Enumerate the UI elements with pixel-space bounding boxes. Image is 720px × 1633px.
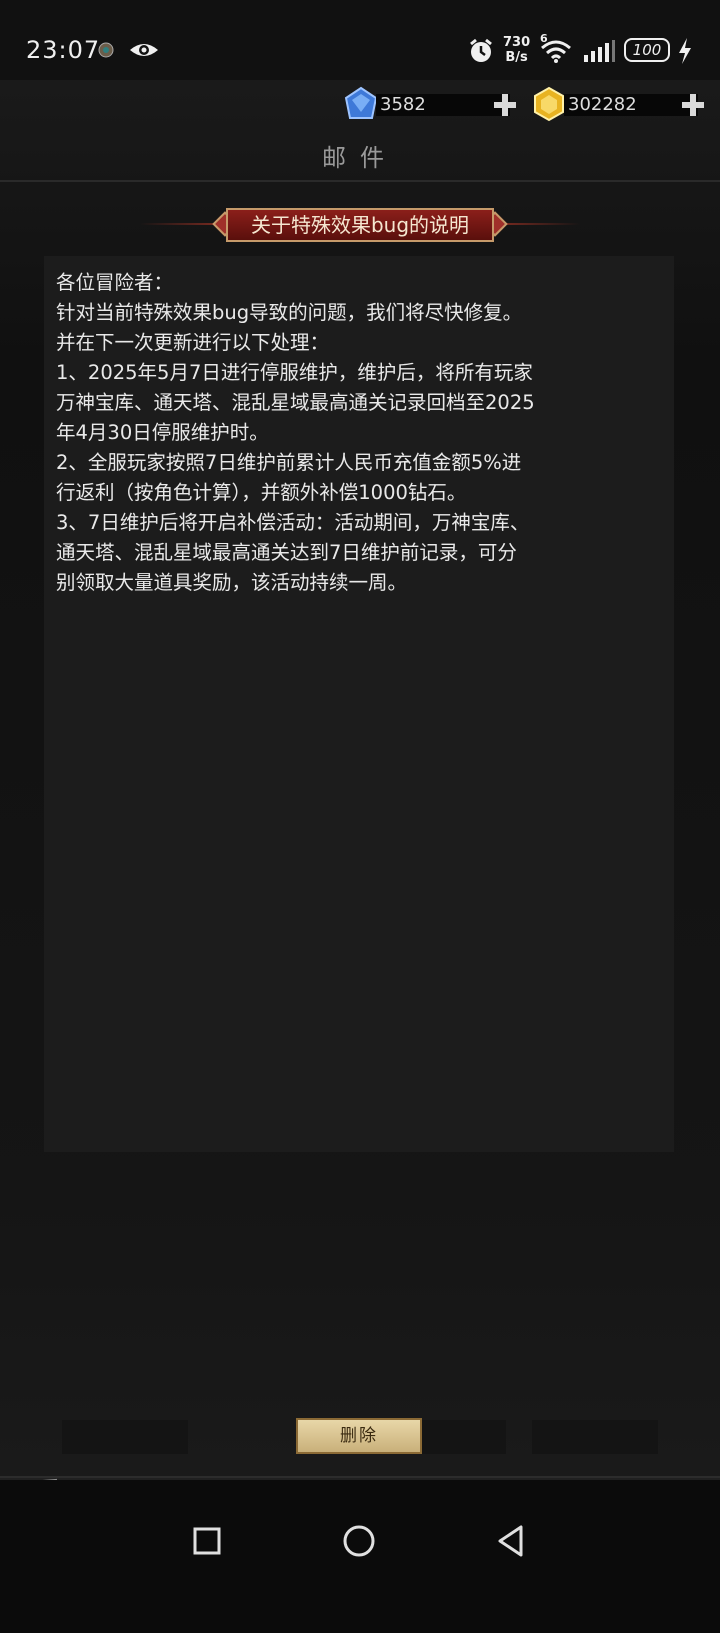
square-icon	[193, 1527, 221, 1555]
mail-body-line: 3、7日维护后将开启补偿活动：活动期间，万神宝库、	[56, 511, 530, 534]
gold-currency: 302282	[532, 86, 708, 122]
network-speed-value: 730	[503, 35, 531, 50]
gold-count: 302282	[564, 94, 698, 116]
eye-icon	[128, 40, 160, 64]
recent-apps-button[interactable]	[192, 1526, 222, 1560]
network-speed: 730 B/s	[503, 35, 530, 65]
add-gold-button[interactable]	[680, 92, 706, 118]
wifi-generation-label: 6	[540, 32, 548, 45]
mail-body-line: 并在下一次更新进行以下处理：	[56, 331, 330, 354]
banner-line-left	[140, 223, 220, 225]
gem-count: 3582	[376, 94, 510, 116]
mail-body: 各位冒险者： 针对当前特殊效果bug导致的问题，我们将尽快修复。 并在下一次更新…	[56, 268, 668, 598]
banner-line-right	[500, 223, 580, 225]
dimmed-button-left	[62, 1420, 188, 1454]
gem-currency: 3582	[344, 86, 520, 119]
mail-body-line: 行返利（按角色计算），并额外补偿1000钻石。	[56, 481, 467, 504]
mail-subject-banner: 关于特殊效果bug的说明	[210, 208, 510, 242]
mail-body-line: 各位冒险者：	[56, 271, 174, 294]
charging-icon	[678, 38, 692, 68]
signal-icon	[584, 40, 616, 66]
clock: 23:07	[26, 36, 101, 64]
mail-content-panel[interactable]: 各位冒险者： 针对当前特殊效果bug导致的问题，我们将尽快修复。 并在下一次更新…	[44, 256, 674, 1152]
add-gems-button[interactable]	[492, 92, 518, 118]
gem-icon	[344, 86, 378, 126]
gold-icon	[532, 86, 566, 126]
wifi-icon: 6	[538, 32, 574, 68]
triangle-back-icon	[498, 1525, 523, 1557]
mail-body-line: 别领取大量道具奖励，该活动持续一周。	[56, 571, 408, 594]
navigation-bar	[0, 1480, 720, 1633]
mail-body-line: 针对当前特殊效果bug导致的问题，我们将尽快修复。	[56, 301, 523, 324]
circle-icon	[343, 1525, 375, 1557]
mail-body-line: 万神宝库、通天塔、混乱星域最高通关记录回档至2025	[56, 391, 535, 414]
delete-button[interactable]: 删除	[296, 1418, 422, 1454]
alarm-icon	[468, 38, 494, 68]
mail-body-line: 通天塔、混乱星域最高通关达到7日维护前记录，可分	[56, 541, 517, 564]
mail-subject: 关于特殊效果bug的说明	[226, 208, 494, 242]
game-screen: 3582 302282 邮件 关于特殊效果bug的说明 各位冒险者： 针对当前特…	[0, 80, 720, 1562]
mail-body-line: 年4月30日停服维护时。	[56, 421, 269, 444]
dimmed-button-right	[532, 1420, 658, 1454]
network-speed-unit: B/s	[505, 50, 528, 65]
home-button[interactable]	[342, 1524, 376, 1562]
page-title: 邮件	[322, 144, 398, 172]
title-divider	[0, 180, 720, 182]
back-nav-button[interactable]	[496, 1524, 526, 1562]
mail-body-line: 1、2025年5月7日进行停服维护，维护后，将所有玩家	[56, 361, 533, 384]
app-notification-icon	[98, 42, 114, 62]
mail-body-line: 2、全服玩家按照7日维护前累计人民币充值金额5%进	[56, 451, 522, 474]
battery-indicator: 100	[624, 38, 670, 62]
